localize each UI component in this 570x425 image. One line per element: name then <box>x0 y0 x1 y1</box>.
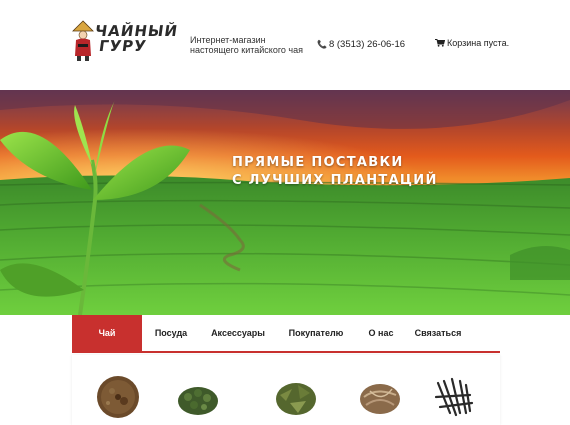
nav-item-tableware[interactable]: Посуда <box>142 315 200 351</box>
product-grid <box>72 355 500 425</box>
nav-item-tea[interactable]: Чай <box>72 315 142 351</box>
green-tea-leaves-image[interactable] <box>272 373 320 421</box>
nav-item-contact[interactable]: Связаться <box>406 315 470 351</box>
tea-plantation-image <box>0 90 570 315</box>
tagline-line2: настоящего китайского чая <box>190 45 303 55</box>
hero-line1: ПРЯМЫЕ ПОСТАВКИ <box>232 155 404 170</box>
phone-icon: 📞 <box>317 40 327 49</box>
tagline-line1: Интернет-магазин <box>190 35 266 45</box>
nav-item-customers[interactable]: Покупателю <box>276 315 356 351</box>
logo[interactable]: ЧАЙНЫЙ ГУРУ <box>72 20 179 62</box>
phone[interactable]: 📞 8 (3513) 26-06-16 <box>317 39 405 50</box>
hero-line2: С ЛУЧШИХ ПЛАНТАЦИЙ <box>232 173 438 188</box>
black-needle-tea-image[interactable] <box>430 373 478 421</box>
hero-headline: ПРЯМЫЕ ПОСТАВКИ С ЛУЧШИХ ПЛАНТАЦИЙ <box>232 154 438 190</box>
site-header: ЧАЙНЫЙ ГУРУ Интернет-магазин настоящего … <box>0 0 570 90</box>
logo-text: ЧАЙНЫЙ ГУРУ <box>92 22 179 55</box>
nav-item-accessories[interactable]: Аксессуары <box>200 315 276 351</box>
white-tea-leaves-image[interactable] <box>356 373 404 421</box>
logo-line2: ГУРУ <box>97 37 148 55</box>
nav-item-about[interactable]: О нас <box>356 315 406 351</box>
logo-mascot-icon <box>72 20 94 61</box>
shopping-cart-icon <box>435 39 445 47</box>
green-oolong-tea-image[interactable] <box>174 373 222 421</box>
hero-banner: ПРЯМЫЕ ПОСТАВКИ С ЛУЧШИХ ПЛАНТАЦИЙ <box>0 90 570 315</box>
pressed-pu-erh-tea-image[interactable] <box>94 373 142 421</box>
cart-status: Корзина пуста. <box>447 38 510 48</box>
cart-link[interactable]: Корзина пуста. <box>435 38 509 48</box>
phone-number: 8 (3513) 26-06-16 <box>328 39 406 50</box>
tagline: Интернет-магазин настоящего китайского ч… <box>190 35 320 55</box>
main-nav: Чай Посуда Аксессуары Покупателю О нас С… <box>72 315 500 353</box>
